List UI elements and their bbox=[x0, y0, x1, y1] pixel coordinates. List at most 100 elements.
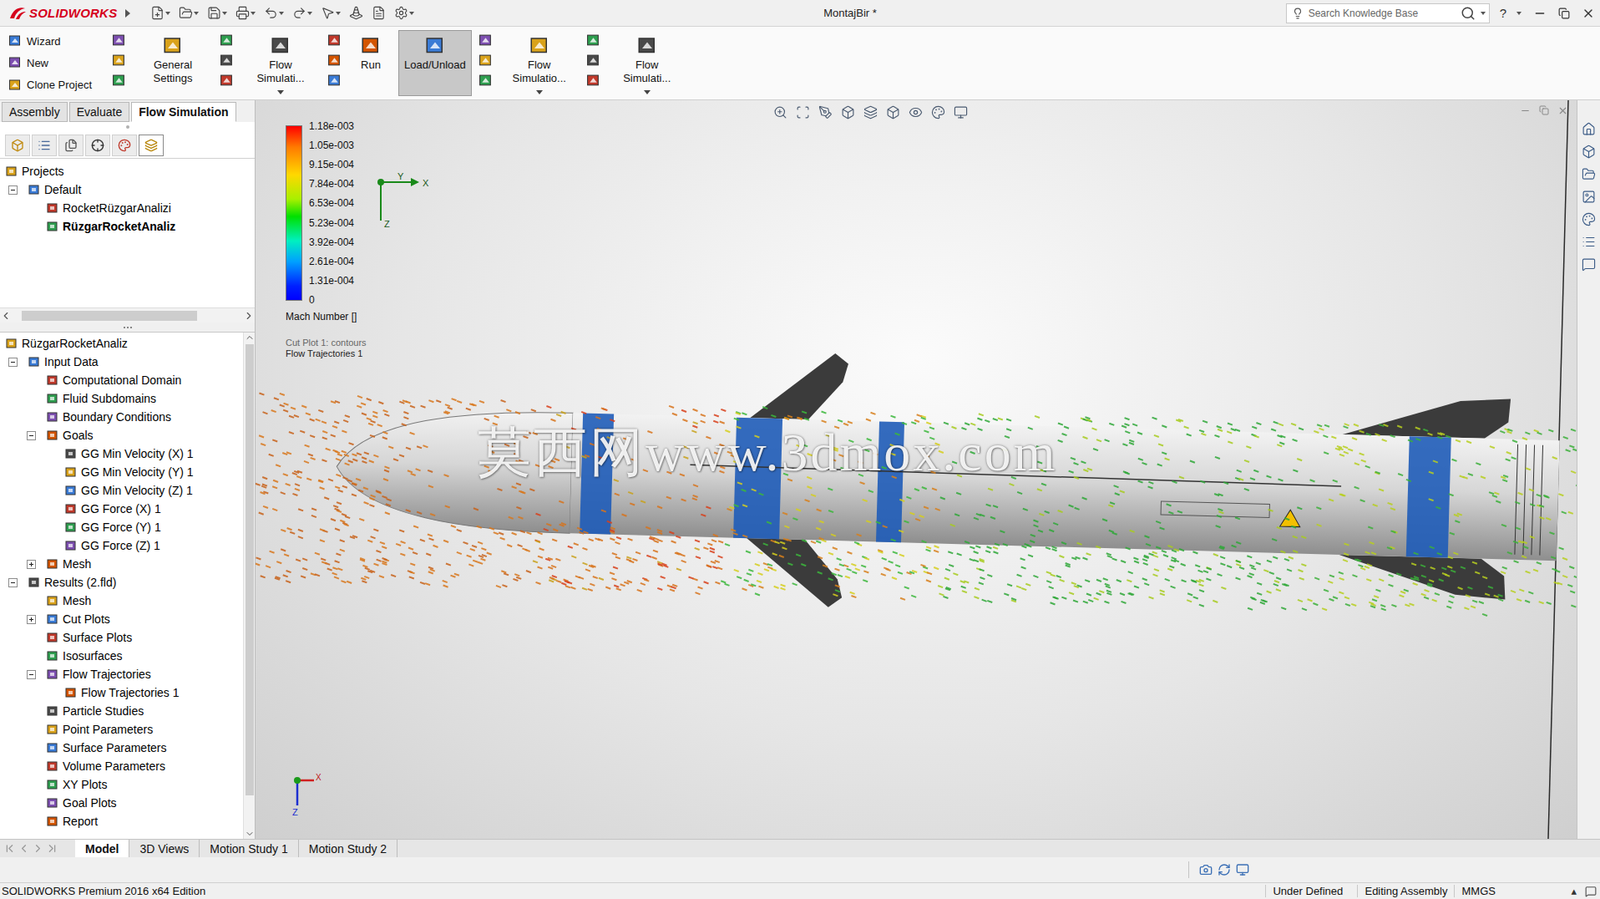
view-tool-icon[interactable] bbox=[886, 105, 901, 120]
analysis-row[interactable]: Mesh bbox=[0, 591, 244, 610]
command-tab[interactable]: Assembly bbox=[1, 101, 68, 122]
analysis-row[interactable]: Isosurfaces bbox=[0, 646, 244, 665]
analysis-row[interactable]: RüzgarRocketAnaliz bbox=[0, 334, 244, 353]
menu-arrow-icon[interactable] bbox=[123, 8, 132, 19]
ribbon-tool-icon[interactable] bbox=[425, 35, 446, 56]
ribbon-tool-icon[interactable] bbox=[586, 33, 601, 48]
ribbon-button[interactable]: Flow Simulatio... bbox=[499, 30, 580, 97]
analysis-row[interactable]: Flow Trajectories 1 bbox=[0, 683, 244, 702]
scroll-right-icon[interactable] bbox=[243, 309, 255, 322]
doc-close-icon[interactable] bbox=[1557, 105, 1569, 117]
ribbon-tool-icon[interactable] bbox=[270, 35, 291, 56]
rebuild-icon[interactable] bbox=[1217, 862, 1231, 876]
expander-toggle[interactable] bbox=[8, 185, 18, 195]
ribbon-button[interactable]: Flow Simulati... bbox=[607, 30, 688, 97]
notification-icon[interactable] bbox=[1584, 885, 1597, 897]
doc-restore-icon[interactable] bbox=[1539, 105, 1550, 116]
ribbon-small-button[interactable]: Wizard bbox=[8, 34, 102, 48]
help-button[interactable]: ? bbox=[1496, 5, 1510, 21]
analysis-row[interactable]: GG Min Velocity (Z) 1 bbox=[0, 481, 244, 500]
display-icon[interactable] bbox=[1235, 862, 1250, 876]
task-pane-icon[interactable] bbox=[1581, 144, 1596, 159]
analysis-row[interactable]: Fluid Subdomains bbox=[0, 389, 244, 408]
view-tool-icon[interactable] bbox=[908, 105, 923, 120]
analysis-row[interactable]: Computational Domain bbox=[0, 370, 244, 390]
scroll-left-icon[interactable] bbox=[0, 309, 12, 322]
quick-access-button[interactable] bbox=[207, 5, 228, 21]
tab-nav-icon[interactable] bbox=[17, 841, 31, 855]
restore-icon[interactable] bbox=[1558, 7, 1570, 20]
ribbon-tool-icon[interactable] bbox=[478, 33, 493, 48]
panel-tab[interactable] bbox=[5, 134, 31, 157]
task-pane-icon[interactable] bbox=[1581, 189, 1596, 204]
ribbon-tool-icon[interactable] bbox=[8, 78, 22, 92]
scroll-up-icon[interactable] bbox=[244, 332, 255, 343]
app-logo[interactable]: SOLIDWORKS bbox=[8, 5, 117, 21]
horizontal-scrollbar[interactable] bbox=[0, 307, 255, 323]
task-pane-icon[interactable] bbox=[1581, 234, 1596, 249]
dropdown-caret[interactable] bbox=[277, 90, 284, 95]
project-row[interactable]: RocketRüzgarAnalizi bbox=[0, 198, 255, 218]
ribbon-tool-icon[interactable] bbox=[478, 53, 493, 68]
bottom-tab[interactable]: 3D Views bbox=[129, 839, 200, 857]
view-tool-icon[interactable] bbox=[773, 105, 788, 120]
analysis-row[interactable]: Flow Trajectories bbox=[0, 664, 244, 684]
panel-tab[interactable] bbox=[138, 134, 164, 157]
tab-nav-icon[interactable] bbox=[31, 841, 45, 855]
quick-access-button[interactable] bbox=[371, 5, 386, 21]
scroll-thumb[interactable] bbox=[21, 310, 198, 321]
project-row[interactable]: RüzgarRocketAnaliz bbox=[0, 217, 255, 236]
search-icon[interactable] bbox=[1460, 5, 1476, 21]
expander-toggle[interactable] bbox=[26, 430, 36, 441]
ribbon-tool-icon[interactable] bbox=[111, 33, 127, 48]
analysis-row[interactable]: GG Min Velocity (X) 1 bbox=[0, 444, 244, 463]
capture-icon[interactable] bbox=[1199, 862, 1213, 876]
doc-minimize-icon[interactable] bbox=[1519, 105, 1531, 117]
analysis-row[interactable]: Surface Plots bbox=[0, 627, 244, 647]
analysis-row[interactable]: GG Min Velocity (Y) 1 bbox=[0, 462, 244, 482]
vertical-scrollbar[interactable] bbox=[243, 332, 255, 839]
ribbon-button[interactable]: Flow Simulati... bbox=[240, 30, 321, 97]
analysis-row[interactable]: XY Plots bbox=[0, 774, 244, 794]
bottom-tab[interactable]: Motion Study 1 bbox=[199, 839, 299, 857]
ribbon-tool-icon[interactable] bbox=[586, 73, 601, 88]
project-row[interactable]: Projects bbox=[0, 162, 255, 181]
ribbon-tool-icon[interactable] bbox=[219, 53, 234, 68]
ribbon-tool-icon[interactable] bbox=[360, 35, 381, 56]
mach-legend[interactable]: 1.18e-0031.05e-0039.15e-0047.84e-0046.53… bbox=[285, 120, 367, 360]
ribbon-tool-icon[interactable] bbox=[327, 33, 342, 48]
tab-nav-icon[interactable] bbox=[45, 841, 59, 855]
view-tool-icon[interactable] bbox=[953, 105, 968, 120]
ribbon-tool-icon[interactable] bbox=[8, 55, 22, 70]
ribbon-tool-icon[interactable] bbox=[219, 73, 234, 88]
quick-access-button[interactable] bbox=[235, 5, 256, 21]
ribbon-button[interactable]: General Settings bbox=[132, 30, 213, 97]
task-pane-icon[interactable] bbox=[1581, 167, 1596, 182]
analysis-row[interactable]: Goals bbox=[0, 425, 244, 445]
panel-tab[interactable] bbox=[111, 134, 137, 157]
ribbon-tool-icon[interactable] bbox=[529, 35, 550, 56]
analysis-row[interactable]: GG Force (Z) 1 bbox=[0, 536, 244, 555]
bottom-tab[interactable]: Model bbox=[75, 839, 130, 857]
analysis-row[interactable]: Surface Parameters bbox=[0, 738, 244, 757]
expander-toggle[interactable] bbox=[26, 614, 36, 624]
view-tool-icon[interactable] bbox=[818, 105, 833, 120]
ribbon-button[interactable]: Run bbox=[348, 30, 394, 97]
task-pane-icon[interactable] bbox=[1581, 257, 1596, 272]
ribbon-tool-icon[interactable] bbox=[586, 53, 601, 68]
command-tab[interactable]: Flow Simulation bbox=[131, 101, 236, 122]
quick-access-button[interactable] bbox=[394, 5, 415, 21]
view-tool-icon[interactable] bbox=[840, 105, 856, 120]
search-field[interactable]: Search Knowledge Base bbox=[1286, 3, 1490, 24]
analysis-row[interactable]: Volume Parameters bbox=[0, 756, 244, 775]
panel-grip[interactable] bbox=[0, 121, 255, 132]
panel-tab[interactable] bbox=[85, 134, 111, 157]
ribbon-small-button[interactable]: Clone Project bbox=[8, 78, 102, 92]
graphics-area[interactable]: 1.18e-0031.05e-0039.15e-0047.84e-0046.53… bbox=[255, 100, 1577, 839]
analysis-row[interactable]: Point Parameters bbox=[0, 719, 244, 739]
dropdown-caret[interactable] bbox=[536, 90, 543, 95]
analysis-row[interactable]: Cut Plots bbox=[0, 609, 244, 628]
pane-splitter[interactable] bbox=[0, 322, 255, 333]
task-pane-icon[interactable] bbox=[1581, 121, 1596, 137]
analysis-row[interactable]: Goal Plots bbox=[0, 793, 244, 812]
